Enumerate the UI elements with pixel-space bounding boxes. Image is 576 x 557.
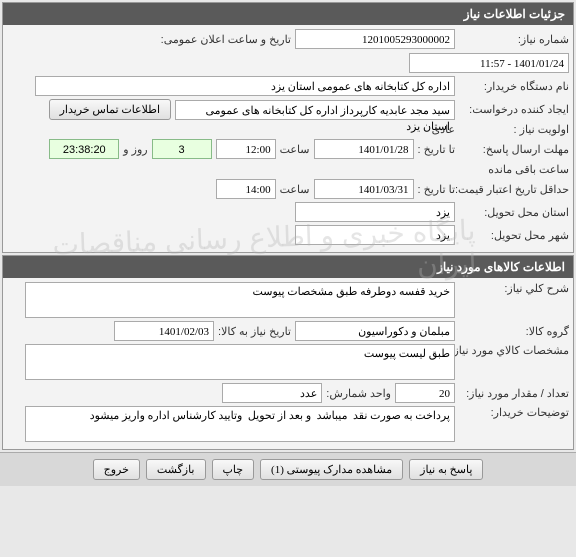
days-and-label: روز و [123,143,147,156]
price-validity-label: حداقل تاریخ اعتبار قیمت: [459,183,569,196]
back-button[interactable]: بازگشت [146,459,206,480]
contact-buyer-button[interactable]: اطلاعات تماس خریدار [49,99,171,120]
countdown-field: 23:38:20 [49,139,119,159]
to-date-label-2: تا تاریخ : [418,183,455,196]
desc-field[interactable] [25,282,455,318]
need-details-header: جزئیات اطلاعات نیاز [3,3,573,25]
buyer-name-label: نام دستگاه خریدار: [459,80,569,93]
goods-info-panel: اطلاعات کالاهای مورد نیاز شرح کلي نیاز: … [2,255,574,450]
spec-field[interactable] [25,344,455,380]
to-date-label-1: تا تاریخ : [418,143,455,156]
goods-info-header: اطلاعات کالاهای مورد نیاز [3,256,573,278]
attachments-button[interactable]: مشاهده مدارک پیوستی (1) [260,459,403,480]
need-details-panel: جزئیات اطلاعات نیاز شماره نیاز: 12010052… [2,2,574,253]
delivery-province-field[interactable]: یزد [295,202,455,222]
need-date-field[interactable]: 1401/02/03 [114,321,214,341]
spec-label: مشخصات کالاي مورد نیاز: [459,344,569,357]
announce-field[interactable]: 1401/01/24 - 11:57 [409,53,569,73]
request-creator-label: ایجاد کننده درخواست: [459,103,569,116]
buyer-notes-field[interactable] [25,406,455,442]
buyer-notes-label: توضیحات خریدار: [459,406,569,419]
qty-field[interactable]: 20 [395,383,455,403]
need-number-label: شماره نیاز: [459,33,569,46]
need-number-field[interactable]: 1201005293000002 [295,29,455,49]
delivery-city-label: شهر محل تحویل: [459,229,569,242]
price-time-field[interactable]: 14:00 [216,179,276,199]
button-bar: پاسخ به نیاز مشاهده مدارک پیوستی (1) چاپ… [0,452,576,486]
delivery-province-label: استان محل تحویل: [459,206,569,219]
exit-button[interactable]: خروج [93,459,140,480]
reply-date-field[interactable]: 1401/01/28 [314,139,414,159]
priority-label: اولویت نیاز : [459,123,569,136]
group-label: گروه کالا: [459,325,569,338]
time-label-2: ساعت [280,183,310,196]
announce-label: تاریخ و ساعت اعلان عمومی: [161,33,291,46]
buyer-name-field[interactable]: اداره کل کتابخانه های عمومی استان یزد [35,76,455,96]
print-button[interactable]: چاپ [212,459,255,480]
group-field[interactable]: مبلمان و دکوراسیون [295,321,455,341]
delivery-city-field[interactable]: یزد [295,225,455,245]
request-creator-field[interactable]: سید مجد عابدیه کارپرداز اداره کل کتابخان… [175,100,455,120]
days-remaining-field: 3 [152,139,212,159]
desc-label: شرح کلي نیاز: [459,282,569,295]
qty-label: تعداد / مقدار مورد نیاز: [459,387,569,400]
reply-deadline-label: مهلت ارسال پاسخ: [459,143,569,156]
unit-label: واحد شمارش: [326,387,391,400]
respond-button[interactable]: پاسخ به نیاز [409,459,483,480]
priority-value: عادی [432,123,455,136]
reply-time-field[interactable]: 12:00 [216,139,276,159]
price-date-field[interactable]: 1401/03/31 [314,179,414,199]
remaining-label: ساعت باقی مانده [488,163,569,176]
unit-field[interactable]: عدد [222,383,322,403]
time-label-1: ساعت [280,143,310,156]
need-date-label: تاریخ نیاز به کالا: [218,325,291,338]
